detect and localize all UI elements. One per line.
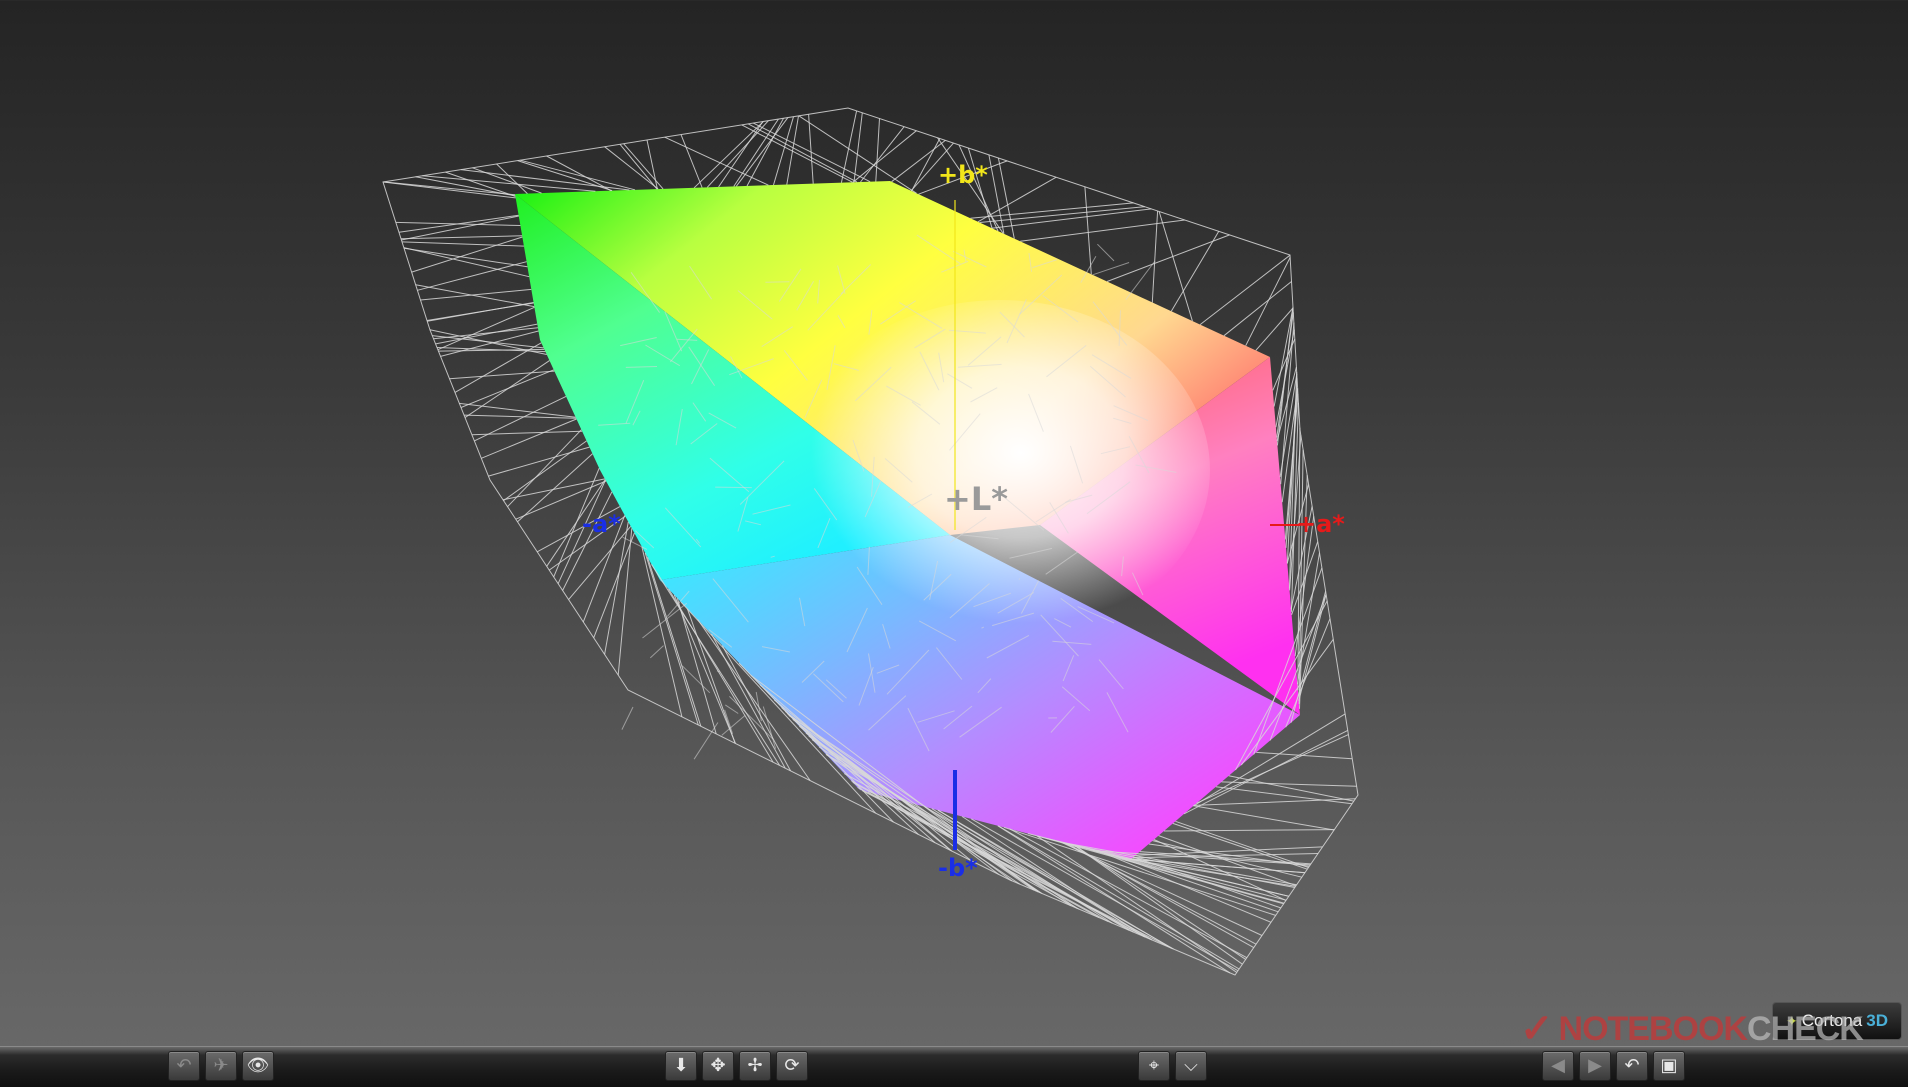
undo-move-icon: ↶	[1624, 1057, 1639, 1075]
wireframe-edge	[421, 289, 532, 300]
wireframe-edge	[742, 125, 853, 182]
next-viewpoint-button[interactable]: ▶	[1579, 1051, 1611, 1081]
wireframe-edge	[1152, 211, 1157, 303]
undo-move-button[interactable]: ↶	[1616, 1051, 1648, 1081]
wireframe-edge	[461, 370, 554, 408]
wireframe-edge	[417, 262, 526, 291]
align-button[interactable]: ⌵	[1175, 1051, 1207, 1081]
wireframe-edge	[520, 160, 635, 190]
rotate-icon: ✢	[747, 1057, 762, 1075]
wireframe-edge	[1097, 244, 1114, 261]
wireframe-edge	[876, 119, 880, 182]
wireframe-edge	[1194, 806, 1335, 830]
wireframe-edge	[747, 118, 784, 186]
cortona-badge[interactable]: ✦ Cortona3D	[1772, 1002, 1902, 1040]
wireframe-edge	[1224, 282, 1292, 336]
study-icon: ⟳	[784, 1057, 799, 1075]
3d-viewport[interactable]: +b* -b* +a* -a* +L*	[0, 0, 1908, 1046]
wireframe-edge	[715, 487, 752, 488]
restore-view-icon: ↶	[176, 1057, 191, 1075]
axis-label-a-minus: -a*	[582, 510, 621, 538]
wireframe-edge	[384, 182, 515, 195]
cortona-version: 3D	[1866, 1011, 1888, 1031]
wireframe-edge	[854, 113, 862, 182]
axis-label-b-plus: +b*	[938, 161, 988, 189]
previous-viewpoint-icon: ◀	[1551, 1057, 1565, 1075]
wireframe-edge	[665, 137, 769, 185]
wireframe-edge	[1246, 258, 1290, 346]
axis-label-l-plus: +L*	[944, 480, 1008, 518]
wireframe-edge	[1020, 220, 1185, 241]
goto-button[interactable]: ⌖	[1138, 1051, 1170, 1081]
wireframe-edge	[681, 135, 702, 188]
wireframe-edge	[622, 707, 633, 730]
wireframe-edge	[978, 177, 1056, 222]
wireframe-edge	[474, 396, 566, 441]
wireframe-edge	[620, 144, 657, 189]
pan-button[interactable]: ✥	[702, 1051, 734, 1081]
walk-button[interactable]: ⬇	[665, 1051, 697, 1081]
wireframe-edge	[1085, 187, 1091, 274]
wireframe-edge	[434, 328, 538, 339]
wireframe-edge	[404, 248, 529, 277]
wireframe-edge	[841, 111, 856, 183]
wireframe-edge	[1093, 263, 1129, 275]
gamut-solid	[515, 181, 1300, 860]
cortona-logo-icon: ✦	[1786, 1013, 1798, 1030]
align-icon: ⌵	[1184, 1057, 1198, 1075]
wireframe-edge	[643, 603, 687, 638]
wireframe-edge	[488, 447, 589, 476]
wireframe-edge	[427, 303, 533, 322]
view-button[interactable]: 👁	[242, 1051, 274, 1081]
wireframe-edge	[912, 139, 940, 192]
wireframe-edge	[438, 307, 535, 349]
wireframe-edge	[1075, 846, 1243, 965]
rotate-button[interactable]: ✢	[739, 1051, 771, 1081]
wireframe-edge	[416, 285, 535, 307]
wireframe-edge	[1194, 799, 1356, 806]
fly-button[interactable]: ✈	[205, 1051, 237, 1081]
wireframe-edge	[861, 127, 905, 182]
wireframe-edge	[734, 119, 779, 186]
cortona-logo-text: Cortona	[1802, 1011, 1862, 1031]
goto-icon: ⌖	[1149, 1057, 1159, 1075]
wireframe-edge	[1164, 830, 1334, 831]
wireframe-edge	[481, 419, 576, 458]
study-button[interactable]: ⟳	[776, 1051, 808, 1081]
wireframe-edge	[404, 248, 527, 266]
wireframe-edge	[399, 215, 519, 232]
wireframe-edge	[1200, 255, 1290, 324]
wireframe-edge	[719, 122, 763, 187]
wireframe-edge	[450, 371, 555, 379]
wireframe-edge	[1256, 752, 1352, 758]
wireframe-edge	[774, 117, 794, 185]
wireframe-edge	[1126, 261, 1155, 300]
wireframe-edge	[508, 430, 582, 507]
wireframe-edge	[1171, 231, 1219, 311]
wireframe-edge	[694, 723, 718, 760]
wireframe-edge	[618, 528, 632, 675]
restore-view-button[interactable]: ↶	[168, 1051, 200, 1081]
axis-label-b-minus: -b*	[938, 854, 978, 882]
wireframe-edge	[725, 705, 738, 714]
fit-icon: ▣	[1660, 1057, 1677, 1075]
pan-icon: ✥	[710, 1057, 725, 1075]
previous-viewpoint-button[interactable]: ◀	[1542, 1051, 1574, 1081]
next-viewpoint-icon: ▶	[1588, 1057, 1602, 1075]
wireframe-edge	[725, 710, 733, 734]
fit-button[interactable]: ▣	[1653, 1051, 1685, 1081]
wireframe-edge	[594, 533, 635, 638]
wireframe-edge	[650, 646, 663, 658]
wireframe-edge	[765, 282, 789, 283]
wireframe-edge	[1229, 776, 1354, 801]
walk-icon: ⬇	[673, 1057, 688, 1075]
axis-label-a-plus: +a*	[1296, 510, 1345, 538]
wireframe-edge	[605, 522, 629, 655]
wireframe-edge	[707, 121, 768, 188]
view-icon: 👁	[247, 1057, 270, 1075]
fly-icon: ✈	[213, 1057, 228, 1075]
wireframe-edge	[853, 131, 917, 183]
wireframe-edge	[1276, 330, 1294, 428]
